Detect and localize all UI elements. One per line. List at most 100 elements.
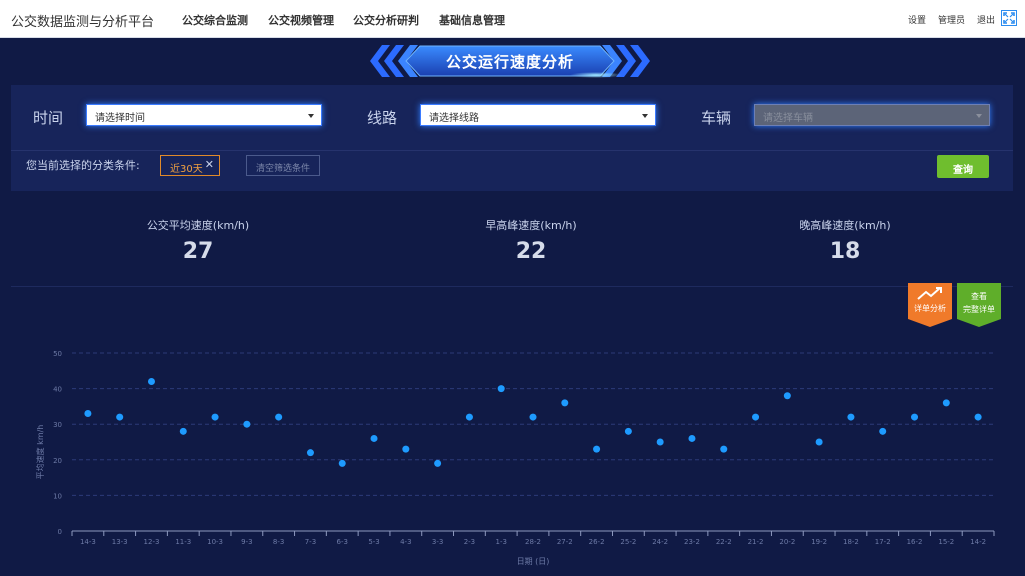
x-tick-label: 24-2 [652,538,668,546]
nav-bus-video[interactable]: 公交视频管理 [268,12,334,28]
filter-tag: 近30天 ✕ [160,155,220,176]
x-tick-label: 14-2 [970,538,986,546]
y-tick-label: 20 [53,457,62,465]
filter-tag-text: 近30天 [170,164,203,175]
data-point[interactable] [465,413,473,421]
settings-link[interactable]: 设置 [908,13,926,26]
data-point[interactable] [752,413,760,421]
data-point[interactable] [688,434,696,442]
vehicle-label: 车辆 [701,109,732,127]
chevron-down-icon [976,114,982,118]
route-select[interactable]: 请选择线路 [420,104,656,126]
user-link[interactable]: 管理员 [938,13,965,26]
filter-panel: 时间 请选择时间 线路 请选择线路 车辆 请选择车辆 您当前选择的分类条件: 近… [11,85,1013,191]
nav-basic-info[interactable]: 基础信息管理 [439,12,505,28]
detail-analysis-button[interactable]: 详单分析 [908,283,952,327]
query-button[interactable]: 查询 [937,155,989,178]
x-tick-label: 25-2 [620,538,636,546]
x-tick-label: 15-2 [938,538,954,546]
route-label: 线路 [367,109,398,127]
data-point[interactable] [434,459,442,467]
speed-scatter-chart: 0 10 20 30 40 50 14-3 13-3 12-3 11-3 10-3 9-3 8-3 7-3… [35,350,995,566]
data-point[interactable] [624,427,632,435]
data-point[interactable] [561,399,569,407]
x-tick-label: 6-3 [337,538,348,546]
time-select[interactable]: 请选择时间 [86,104,322,126]
chevron-down-icon [308,114,314,118]
logout-link[interactable]: 退出 [977,13,995,26]
data-point[interactable] [306,449,314,457]
x-tick-label: 28-2 [525,538,541,546]
data-point[interactable] [942,399,950,407]
data-point[interactable] [529,413,537,421]
x-tick-label: 12-3 [144,538,160,546]
data-point[interactable] [147,377,155,385]
data-point[interactable] [847,413,855,421]
avg-speed-label: 公交平均速度(km/h) [146,219,250,232]
x-tick-label: 7-3 [305,538,316,546]
top-navbar: 公交数据监测与分析平台 公交综合监测 公交视频管理 公交分析研判 基础信息管理 … [0,0,1025,38]
y-tick-label: 10 [53,492,62,500]
view-full-detail-button[interactable]: 查看 完整详单 [957,283,1001,327]
clear-filters-button[interactable]: 清空筛选条件 [246,155,320,176]
data-point[interactable] [720,445,728,453]
data-point[interactable] [84,410,92,418]
data-point[interactable] [783,392,791,400]
x-tick-label: 18-2 [843,538,859,546]
y-tick-label: 30 [53,421,62,429]
x-axis-label: 日期 (日) [517,557,550,566]
x-tick-label: 21-2 [748,538,764,546]
evening-peak-value: 18 [829,239,861,264]
x-tick-label: 3-3 [432,538,443,546]
data-point[interactable] [497,385,505,393]
data-point[interactable] [211,413,219,421]
view-label-line1: 查看 [971,292,987,301]
nav-bus-analysis[interactable]: 公交分析研判 [353,12,419,28]
evening-peak-label: 晚高峰速度(km/h) [799,219,891,232]
chevron-down-icon [642,114,648,118]
x-tick-label: 2-3 [464,538,475,546]
data-point[interactable] [402,445,410,453]
x-tick-label: 11-3 [175,538,191,546]
data-point[interactable] [974,413,982,421]
route-select-text: 请选择线路 [429,113,479,124]
morning-peak-label: 早高峰速度(km/h) [485,219,577,232]
data-point[interactable] [275,413,283,421]
banner-title-text: 公交运行速度分析 [445,53,574,71]
x-tick-label: 1-3 [495,538,506,546]
data-point[interactable] [815,438,823,446]
view-label-line2: 完整详单 [963,305,995,314]
nav-bus-monitoring[interactable]: 公交综合监测 [182,12,248,28]
stats-divider [11,286,1013,287]
data-point[interactable] [338,459,346,467]
fullscreen-icon[interactable] [1001,10,1017,26]
close-icon[interactable]: ✕ [205,158,214,171]
y-tick-label: 0 [58,528,62,536]
page-title-banner: 公交运行速度分析 [364,42,656,80]
data-point[interactable] [911,413,919,421]
data-point[interactable] [879,427,887,435]
x-tick-label: 23-2 [684,538,700,546]
data-point[interactable] [370,434,378,442]
x-tick-label: 14-3 [80,538,96,546]
x-tick-label: 5-3 [368,538,379,546]
condition-label: 您当前选择的分类条件: [26,159,140,172]
x-tick-label: 20-2 [779,538,795,546]
vehicle-select[interactable]: 请选择车辆 [754,104,990,126]
x-tick-label: 19-2 [811,538,827,546]
avg-speed-value: 27 [182,239,214,264]
data-point[interactable] [116,413,124,421]
x-tick-label: 26-2 [589,538,605,546]
data-point[interactable] [593,445,601,453]
data-point[interactable] [243,420,251,428]
time-select-text: 请选择时间 [95,113,145,124]
y-tick-label: 50 [53,350,62,358]
x-tick-label: 13-3 [112,538,128,546]
data-point[interactable] [179,427,187,435]
morning-peak-value: 22 [515,239,547,264]
x-tick-label: 27-2 [557,538,573,546]
x-tick-label: 4-3 [400,538,411,546]
y-axis-label: 平均速度 km/h [35,425,45,480]
x-tick-label: 9-3 [241,538,252,546]
data-point[interactable] [656,438,664,446]
